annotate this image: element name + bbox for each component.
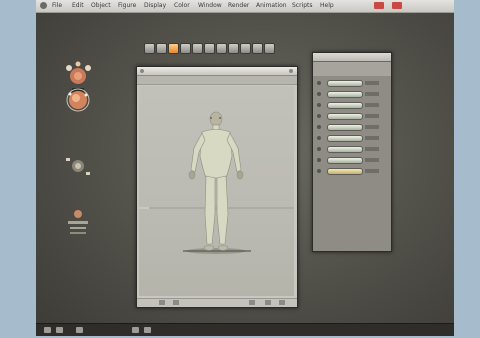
menu-file[interactable]: File bbox=[52, 1, 62, 10]
menu-window[interactable]: Window bbox=[198, 1, 222, 10]
footer-control-icon-3[interactable] bbox=[249, 300, 255, 305]
parameters-title-bar[interactable] bbox=[313, 53, 391, 62]
parameter-row[interactable] bbox=[317, 156, 385, 164]
direct-manipulation-tool-icon[interactable] bbox=[264, 43, 275, 54]
parameter-row[interactable] bbox=[317, 134, 385, 142]
color-tool-icon[interactable] bbox=[216, 43, 227, 54]
parameter-dial[interactable] bbox=[327, 146, 363, 153]
parameter-row[interactable] bbox=[317, 145, 385, 153]
zoom-icon[interactable] bbox=[289, 69, 293, 73]
view-magnifier-tool-icon[interactable] bbox=[240, 43, 251, 54]
parameter-row[interactable] bbox=[317, 112, 385, 120]
menu-animation[interactable]: Animation bbox=[256, 1, 287, 10]
dock-icon-5[interactable] bbox=[144, 327, 151, 333]
render-canvas[interactable] bbox=[139, 86, 294, 296]
figure-scene bbox=[139, 111, 294, 254]
dock-icon-2[interactable] bbox=[56, 327, 63, 333]
footer-control-icon-2[interactable] bbox=[173, 300, 179, 305]
parameter-dial[interactable] bbox=[327, 168, 363, 175]
light-2-icon bbox=[85, 65, 91, 71]
rotate-tool-icon[interactable] bbox=[144, 43, 155, 54]
parameter-dial[interactable] bbox=[327, 91, 363, 98]
monitor-screen: File Edit Object Figure Display Color Wi… bbox=[36, 0, 454, 336]
menu-figure[interactable]: Figure bbox=[118, 1, 136, 10]
parameter-row[interactable] bbox=[317, 79, 385, 87]
menu-object[interactable]: Object bbox=[91, 1, 111, 10]
parameter-dial[interactable] bbox=[327, 102, 363, 109]
grouping-tool-icon[interactable] bbox=[228, 43, 239, 54]
footer-control-icon-4[interactable] bbox=[265, 300, 271, 305]
menu-color[interactable]: Color bbox=[174, 1, 190, 10]
footer-control-icon-5[interactable] bbox=[279, 300, 285, 305]
parameter-dial[interactable] bbox=[327, 80, 363, 87]
bottom-dock bbox=[36, 323, 454, 336]
menu-help[interactable]: Help bbox=[320, 1, 334, 10]
footer-control-icon[interactable] bbox=[159, 300, 165, 305]
chain-break-tool-icon[interactable] bbox=[204, 43, 215, 54]
photo-frame: File Edit Object Figure Display Color Wi… bbox=[0, 0, 480, 338]
menu-render[interactable]: Render bbox=[228, 1, 249, 10]
taper-tool-icon[interactable] bbox=[192, 43, 203, 54]
document-toolbar bbox=[137, 76, 297, 85]
document-title-bar[interactable] bbox=[137, 67, 297, 76]
parameter-row[interactable] bbox=[317, 101, 385, 109]
parameter-dial[interactable] bbox=[327, 135, 363, 142]
close-icon[interactable] bbox=[140, 69, 144, 73]
light-1-icon bbox=[66, 65, 72, 71]
parameters-header bbox=[313, 62, 391, 76]
left-control-panel bbox=[58, 38, 108, 238]
dock-icon-4[interactable] bbox=[132, 327, 139, 333]
apple-menu-icon[interactable] bbox=[40, 2, 47, 9]
dock-icon-3[interactable] bbox=[76, 327, 83, 333]
scale-tool-icon[interactable] bbox=[180, 43, 191, 54]
parameter-row[interactable] bbox=[317, 167, 385, 175]
parameter-row[interactable] bbox=[317, 90, 385, 98]
human-figure-icon bbox=[188, 111, 244, 251]
document-footer bbox=[137, 298, 297, 307]
parameter-dial-icon bbox=[74, 210, 82, 218]
menu-scripts[interactable]: Scripts bbox=[292, 1, 313, 10]
menubar-status-icon[interactable] bbox=[374, 2, 384, 9]
document-window bbox=[136, 66, 298, 308]
parameters-palette bbox=[312, 52, 392, 252]
menubar-status-icon-2[interactable] bbox=[392, 2, 402, 9]
light-controls[interactable] bbox=[58, 38, 108, 238]
menu-display[interactable]: Display bbox=[144, 1, 166, 10]
morph-tool-icon[interactable] bbox=[252, 43, 263, 54]
parameter-dial[interactable] bbox=[327, 124, 363, 131]
parameter-dial[interactable] bbox=[327, 157, 363, 164]
menu-edit[interactable]: Edit bbox=[72, 1, 84, 10]
menu-bar: File Edit Object Figure Display Color Wi… bbox=[36, 0, 454, 13]
light-3-icon bbox=[75, 61, 81, 67]
parameter-row[interactable] bbox=[317, 123, 385, 131]
parameter-dial[interactable] bbox=[327, 113, 363, 120]
translate-tool-icon[interactable] bbox=[168, 43, 179, 54]
dock-icon[interactable] bbox=[44, 327, 51, 333]
twist-tool-icon[interactable] bbox=[156, 43, 167, 54]
